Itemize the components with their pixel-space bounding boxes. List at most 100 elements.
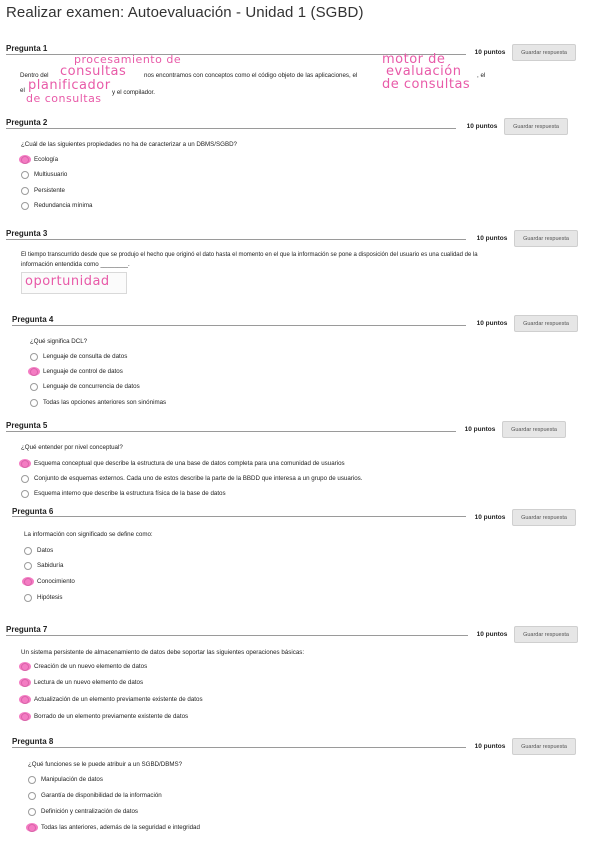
question-3-header: Pregunta 3 10 puntos Guardar respuesta	[6, 229, 584, 249]
radio-button[interactable]	[19, 154, 31, 164]
question-3-text-line-2: información entendida como ________.	[21, 261, 130, 268]
question-7-header: Pregunta 7 10 puntos Guardar respuesta	[6, 625, 584, 645]
page-title: Realizar examen: Autoevaluación - Unidad…	[6, 4, 364, 21]
question-5-save-button[interactable]: Guardar respuesta	[502, 421, 566, 438]
question-1-text-compiler: y el compilador.	[112, 89, 155, 96]
option-label: Todas las anteriores, además de la segur…	[41, 824, 200, 831]
radio-button[interactable]	[22, 576, 34, 586]
question-6-option-2[interactable]: Sabiduría	[24, 560, 64, 571]
question-7-save-button[interactable]: Guardar respuesta	[514, 626, 578, 643]
question-8-save-button[interactable]: Guardar respuesta	[512, 738, 576, 755]
question-7-text: Un sistema persistente de almacenamiento…	[21, 649, 305, 656]
question-6-save-button[interactable]: Guardar respuesta	[512, 509, 576, 526]
question-6-points: 10 puntos	[474, 514, 506, 521]
radio-button[interactable]	[26, 822, 38, 832]
question-2-option-4[interactable]: Redundancia mínima	[21, 200, 92, 211]
question-5-option-1[interactable]: Esquema conceptual que describe la estru…	[19, 458, 345, 469]
option-label: Datos	[37, 547, 54, 554]
checkbox[interactable]	[19, 711, 31, 721]
question-8-option-3[interactable]: Definición y centralización de datos	[28, 806, 138, 817]
question-5-option-2[interactable]: Conjunto de esquemas externos. Cada uno …	[21, 473, 363, 484]
question-1-save-button[interactable]: Guardar respuesta	[512, 44, 576, 61]
radio-button[interactable]	[24, 546, 32, 555]
option-label: Persistente	[34, 187, 65, 194]
option-label: Esquema conceptual que describe la estru…	[34, 460, 345, 467]
question-4-save-button[interactable]: Guardar respuesta	[514, 315, 578, 332]
question-7-option-3[interactable]: Actualización de un elemento previamente…	[19, 694, 203, 705]
question-2-option-3[interactable]: Persistente	[21, 185, 65, 196]
question-2-points: 10 puntos	[466, 123, 498, 130]
question-7-divider	[6, 635, 468, 636]
radio-button[interactable]	[28, 775, 36, 784]
option-label: Todas las opciones anteriores son sinóni…	[43, 399, 167, 406]
option-label: Ecología	[34, 156, 59, 163]
option-label: Lenguaje de control de datos	[43, 368, 123, 375]
radio-button[interactable]	[28, 791, 36, 800]
question-7-option-1[interactable]: Creación de un nuevo elemento de datos	[19, 661, 147, 672]
question-8-option-1[interactable]: Manipulación de datos	[28, 774, 103, 785]
question-8-option-2[interactable]: Garantía de disponibilidad de la informa…	[28, 790, 162, 801]
question-2-option-1[interactable]: Ecología	[19, 154, 59, 165]
question-6-option-1[interactable]: Datos	[24, 545, 53, 556]
radio-button[interactable]	[21, 170, 29, 179]
radio-button[interactable]	[21, 201, 29, 210]
question-4-label: Pregunta 4	[12, 315, 54, 324]
question-8-divider	[12, 747, 466, 748]
option-label: Lenguaje de consulta de datos	[43, 353, 128, 360]
checkbox[interactable]	[19, 694, 31, 704]
question-8-option-4[interactable]: Todas las anteriores, además de la segur…	[26, 822, 200, 833]
radio-button[interactable]	[30, 398, 38, 407]
question-6-option-3[interactable]: Conocimiento	[22, 576, 75, 587]
radio-button[interactable]	[28, 366, 40, 376]
option-label: Garantía de disponibilidad de la informa…	[41, 792, 162, 799]
question-4-option-3[interactable]: Lenguaje de concurrencia de datos	[30, 381, 140, 392]
radio-button[interactable]	[30, 382, 38, 391]
question-3-save-button[interactable]: Guardar respuesta	[514, 230, 578, 247]
radio-button[interactable]	[21, 186, 29, 195]
checkbox[interactable]	[19, 661, 31, 671]
question-4-option-4[interactable]: Todas las opciones anteriores son sinóni…	[30, 397, 166, 408]
question-1-handwritten-5: de consultas	[382, 77, 471, 92]
question-4-option-2[interactable]: Lenguaje de control de datos	[28, 366, 123, 377]
option-label: Conocimiento	[37, 578, 75, 585]
radio-button[interactable]	[19, 458, 31, 468]
radio-button[interactable]	[24, 561, 32, 570]
question-4-header: Pregunta 4 10 puntos Guardar respuesta	[12, 315, 582, 335]
checkbox[interactable]	[19, 677, 31, 687]
question-7-option-4[interactable]: Borrado de un elemento previamente exist…	[19, 711, 189, 722]
option-label: Lenguaje de concurrencia de datos	[43, 383, 140, 390]
question-6-header: Pregunta 6 10 puntos Guardar respuesta	[12, 507, 582, 528]
question-7-option-2[interactable]: Lectura de un nuevo elemento de datos	[19, 677, 143, 688]
radio-button[interactable]	[21, 474, 29, 483]
option-label: Manipulación de datos	[41, 776, 103, 783]
question-2-header: Pregunta 2 10 puntos Guardar respuesta	[6, 118, 584, 138]
question-4-option-1[interactable]: Lenguaje de consulta de datos	[30, 351, 127, 362]
question-2-option-2[interactable]: Multiusuario	[21, 169, 67, 180]
question-7-points: 10 puntos	[476, 631, 508, 638]
question-2-save-button[interactable]: Guardar respuesta	[504, 118, 568, 135]
question-6-text: La información con significado se define…	[24, 531, 153, 538]
radio-button[interactable]	[24, 593, 32, 602]
question-4-text: ¿Qué significa DCL?	[30, 338, 88, 345]
question-2-text: ¿Cuál de las siguientes propiedades no h…	[21, 141, 237, 148]
option-label: Sabiduría	[37, 562, 64, 569]
question-5-points: 10 puntos	[464, 426, 496, 433]
question-8-text: ¿Qué funciones se le puede atribuir a un…	[28, 761, 183, 768]
question-3-answer: oportunidad	[25, 274, 110, 289]
option-label: Borrado de un elemento previamente exist…	[34, 713, 189, 720]
question-6-label: Pregunta 6	[12, 507, 54, 516]
question-8-label: Pregunta 8	[12, 737, 54, 746]
question-8-points: 10 puntos	[474, 743, 506, 750]
radio-button[interactable]	[30, 352, 38, 361]
question-6-option-4[interactable]: Hipótesis	[24, 592, 62, 603]
question-5-text: ¿Qué entender por nivel conceptual?	[21, 444, 123, 451]
option-label: Actualización de un elemento previamente…	[34, 696, 203, 703]
question-2-label: Pregunta 2	[6, 118, 48, 127]
question-5-option-3[interactable]: Esquema interno que describe la estructu…	[21, 488, 226, 499]
option-label: Esquema interno que describe la estructu…	[34, 490, 226, 497]
question-3-label: Pregunta 3	[6, 229, 48, 238]
question-2-divider	[6, 128, 456, 129]
radio-button[interactable]	[28, 807, 36, 816]
radio-button[interactable]	[21, 489, 29, 498]
question-1-text-middle: nos encontramos con conceptos como el có…	[144, 72, 358, 79]
